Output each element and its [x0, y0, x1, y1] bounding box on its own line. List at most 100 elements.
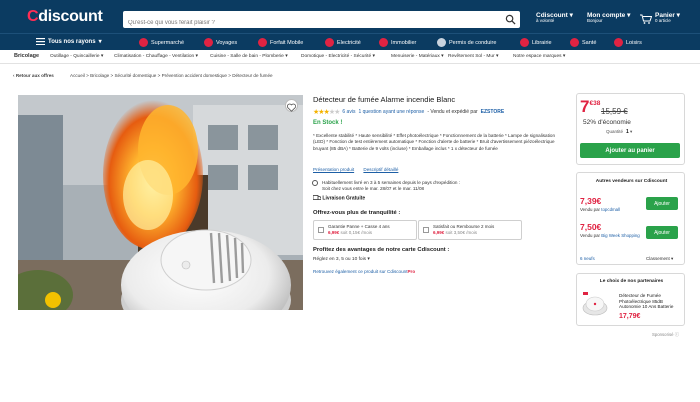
subnav-item[interactable]: Outillage - Quincaillerie ▾ [50, 54, 103, 59]
bolt-icon [325, 38, 334, 47]
warranty-checkbox[interactable] [318, 227, 324, 233]
breadcrumb-item[interactable]: Sécurité domestique [114, 73, 156, 78]
sponsored-label: Sponsorisé ⓘ [652, 332, 679, 337]
seller-offer-by: Vendu par topcdmall [580, 207, 621, 212]
warranty-detail: soit 0,15€ /mois [340, 229, 373, 235]
rating-stars: ★★★★★ [313, 109, 340, 116]
heart-icon [286, 103, 297, 112]
product-links: Présentation produit Descriptif détaillé [313, 167, 406, 172]
category-librairie[interactable]: Librairie [520, 38, 552, 47]
presentation-link[interactable]: Présentation produit [313, 167, 354, 172]
installment-select[interactable]: Réglez en 3, 5 ou 10 fois ▾ [313, 257, 370, 262]
breadcrumb-item[interactable]: Prévention accident domestique [162, 73, 227, 78]
subnav-item[interactable]: Menuiserie - Matériaux ▾ [391, 54, 444, 59]
category-immobilier[interactable]: Immobilier [379, 38, 416, 47]
breadcrumb-separator: > [228, 73, 231, 78]
health-icon [570, 38, 579, 47]
product-title: Détecteur de fumée Alarme incendie Blanc [313, 95, 456, 104]
breadcrumb-separator: > [157, 73, 161, 78]
leisure-icon [614, 38, 623, 47]
category-electricite[interactable]: Electricité [325, 38, 361, 47]
cdiscount-logo[interactable]: Cdiscount [27, 8, 103, 26]
product-image[interactable] [18, 95, 303, 310]
subnav-item[interactable]: Revêtement Sol - Mur ▾ [448, 54, 498, 59]
menu-icon [36, 38, 45, 45]
breadcrumb-item[interactable]: Accueil [70, 73, 85, 78]
tranquility-title: Offrez-vous plus de tranquilité : [313, 210, 401, 216]
stock-status: En Stock ! [313, 120, 343, 126]
subnav-item[interactable]: Notre espace marques ▾ [513, 54, 565, 59]
subnav-item[interactable]: Climatisation - Chauffage - Ventilation … [114, 54, 198, 59]
subnav-title[interactable]: Bricolage [14, 53, 39, 59]
seller-link[interactable]: topcdmall [601, 207, 620, 212]
warranty-detail: soit 3,50€ /mois [445, 229, 478, 235]
search-input[interactable] [123, 14, 493, 32]
sort-select[interactable]: Classement ▾ [646, 256, 673, 262]
partner-product-price: 17,79€ [619, 313, 641, 320]
rating-row: ★★★★★ 6 avis 1 question ayant une répons… [313, 108, 504, 116]
back-to-offers-link[interactable]: ‹ Retour aux offres [13, 73, 54, 78]
seller-add-button[interactable]: Ajouter [646, 197, 678, 210]
search-box[interactable] [123, 11, 520, 32]
breadcrumb: Accueil > Bricolage > Sécurité domestiqu… [70, 73, 273, 78]
sold-by-label: - Vendu et expédié par [427, 109, 478, 115]
partner-product-image[interactable] [581, 290, 609, 318]
new-offers-count-link[interactable]: 6 neufs [580, 256, 595, 261]
seller-offer-price: 7,50€ [580, 222, 602, 232]
subnav-item[interactable]: Domotique - Electricité - Sécurité ▾ [301, 54, 375, 59]
subnav-item[interactable]: Cuisine - Salle de bain - Plomberie ▾ [210, 54, 288, 59]
warranty-option-1[interactable]: Garantie Panne + Casse 4 ans 6,99€ soit … [313, 220, 417, 240]
department-subnav: Bricolage Outillage - Quincaillerie ▾ Cl… [0, 50, 700, 64]
category-supermarche[interactable]: Supermarché [139, 38, 184, 47]
warranty-checkbox[interactable] [423, 227, 429, 233]
plane-icon [204, 38, 213, 47]
breadcrumb-separator: > [86, 73, 89, 78]
cdiscount-pro-link[interactable]: Retrouvez également ce produit sur Cdisc… [313, 269, 415, 274]
category-forfait-mobile[interactable]: Forfait Mobile [258, 38, 303, 47]
add-to-cart-button[interactable]: Ajouter au panier [580, 143, 680, 158]
cdiscount-a-volonte-link[interactable]: Cdiscount ▾ à volonté [536, 12, 573, 24]
old-price: 15,59 € [601, 107, 628, 116]
basket-icon [139, 38, 148, 47]
quantity-selector[interactable]: Quantité 1 ▾ [606, 129, 632, 135]
search-icon[interactable] [505, 14, 516, 25]
truck-icon [312, 195, 322, 200]
cart-icon[interactable] [640, 14, 652, 24]
details-link[interactable]: Descriptif détaillé [363, 167, 398, 172]
phone-icon [258, 38, 267, 47]
book-icon [520, 38, 529, 47]
breadcrumb-item[interactable]: Bricolage [90, 73, 109, 78]
wishlist-button[interactable] [285, 99, 298, 112]
questions-link[interactable]: 1 question ayant une réponse [358, 109, 424, 115]
category-permis[interactable]: Permis de conduire [437, 38, 496, 47]
category-voyages[interactable]: Voyages [204, 38, 237, 47]
top-bar: Cdiscount Cdiscount ▾à volonté Mon compt… [0, 0, 700, 33]
account-link[interactable]: Mon compte ▾ Bonjour [587, 12, 630, 24]
warranty-option-2[interactable]: Satisfait ou Rembourse 2 mois 6,99€ soit… [418, 220, 522, 240]
smoke-detector-photo [18, 95, 303, 310]
category-loisirs[interactable]: Loisirs [614, 38, 642, 47]
shipping-line-2: Soit chez vous entre le mar. 28/07 et le… [322, 186, 425, 192]
reviews-link[interactable]: 6 avis [342, 109, 355, 115]
seller-offer-by: Vendu par Big Week Shopping [580, 233, 640, 238]
seller-link[interactable]: Big Week Shopping [601, 233, 639, 238]
product-description: * Excellente stabilité * Haute sensibili… [313, 133, 555, 151]
breadcrumb-item: Détecteur de fumée [232, 73, 273, 78]
product-price: 7€38 [580, 97, 601, 116]
seller-add-button[interactable]: Ajouter [646, 226, 678, 239]
partners-title: Le choix de nos partenaires [599, 279, 664, 284]
warranty-price: 6,99€ [433, 229, 445, 235]
warranty-price: 6,99€ [328, 229, 340, 235]
breadcrumb-separator: > [110, 73, 114, 78]
seller-offer-price: 7,39€ [580, 196, 602, 206]
seller-link[interactable]: EZSTORE [481, 109, 505, 115]
shipping-info: Habituellement livré en 3 à 5 semaines d… [312, 180, 460, 193]
category-sante[interactable]: Santé [570, 38, 596, 47]
category-bar: Tous nos rayons ▾ Supermarché Voyages Fo… [0, 33, 700, 50]
all-departments-menu[interactable]: Tous nos rayons ▾ [36, 38, 102, 45]
cart-link[interactable]: Panier ▾ 0 article [655, 12, 680, 24]
car-icon [437, 38, 446, 47]
card-benefits-title: Profitez des avantages de notre carte Cd… [313, 247, 450, 253]
free-delivery: Livraison Gratuite [312, 195, 365, 201]
partner-product-name[interactable]: Détecteur de Fumée Photoélectrique 85dB … [619, 293, 683, 310]
